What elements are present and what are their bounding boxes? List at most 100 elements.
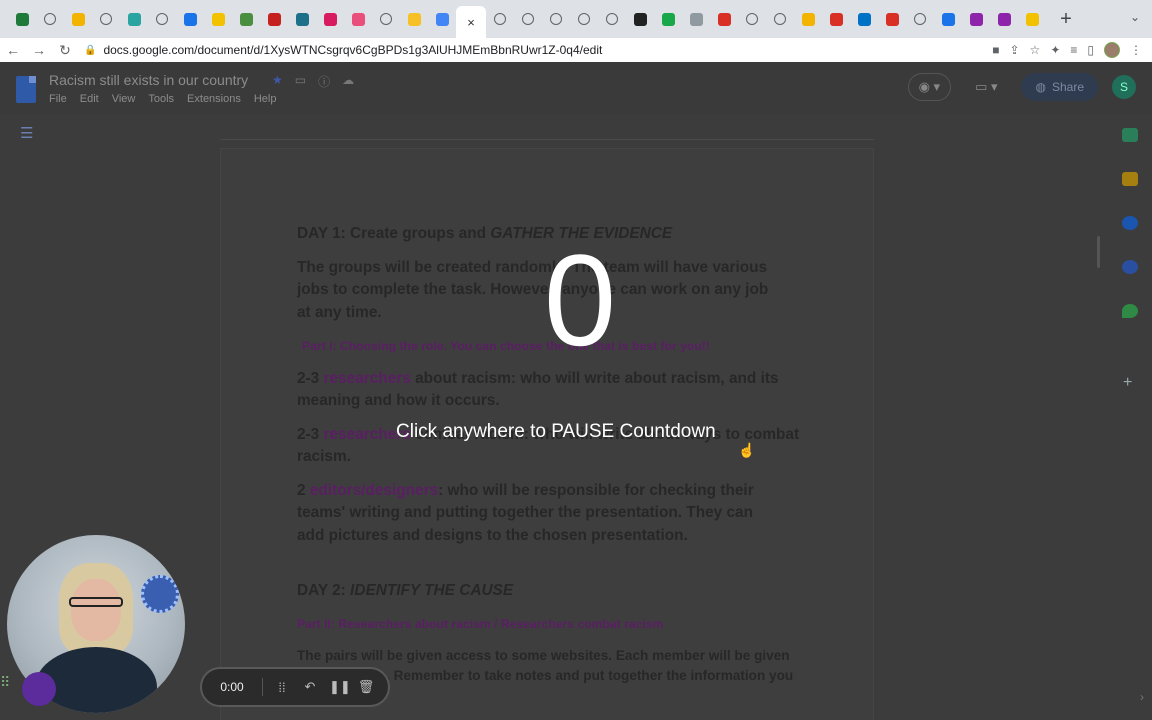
docs-logo-icon[interactable]	[16, 76, 36, 103]
tab-favicon[interactable]	[316, 5, 344, 33]
presenter-glasses	[69, 597, 123, 607]
tab-favicon[interactable]	[542, 5, 570, 33]
countdown-number[interactable]: 0	[520, 225, 640, 375]
researchers-count: 2-3	[297, 370, 324, 387]
share-button[interactable]: ◍ Share	[1021, 73, 1098, 101]
tab-favicon[interactable]	[428, 5, 456, 33]
researchers2-count: 2-3	[297, 426, 324, 443]
pause-icon[interactable]: ❚❚	[329, 679, 351, 695]
extensions-icon[interactable]: ✦	[1050, 43, 1060, 57]
researchers-link[interactable]: researchers	[324, 370, 411, 387]
document-status-icon[interactable]: ⓘ	[318, 73, 330, 90]
tab-favicon[interactable]	[176, 5, 204, 33]
menu-item-edit[interactable]: Edit	[80, 93, 99, 105]
tab-favicon[interactable]	[486, 5, 514, 33]
tab-favicon[interactable]	[260, 5, 288, 33]
cloud-saved-icon[interactable]: ☁	[342, 73, 354, 90]
tab-favicon[interactable]	[850, 5, 878, 33]
tab-favicon[interactable]	[148, 5, 176, 33]
globe-icon	[550, 13, 562, 25]
side-panel-icon[interactable]: ▯	[1087, 43, 1094, 57]
tab-favicon[interactable]	[1018, 5, 1046, 33]
site-icon	[435, 12, 449, 26]
document-title[interactable]: Racism still exists in our country	[49, 72, 248, 88]
tab-favicon[interactable]	[766, 5, 794, 33]
menu-item-view[interactable]: View	[112, 93, 136, 105]
tab-favicon[interactable]	[8, 5, 36, 33]
back-button[interactable]: ←	[0, 42, 26, 58]
tab-search-icon[interactable]: ⌄	[1130, 10, 1140, 24]
more-menu-icon[interactable]: ⋮	[1130, 43, 1142, 57]
profile-avatar[interactable]	[1104, 42, 1120, 58]
menu-item-extensions[interactable]: Extensions	[187, 93, 241, 105]
tab-favicon[interactable]	[934, 5, 962, 33]
expand-chevron-icon[interactable]: ›	[1140, 690, 1144, 704]
site-icon	[127, 12, 141, 26]
meet-button[interactable]: ▭ ▾	[965, 73, 1007, 101]
tab-favicon[interactable]	[598, 5, 626, 33]
tab-favicon[interactable]	[120, 5, 148, 33]
active-tab[interactable]: ×	[456, 6, 486, 38]
recording-bubble[interactable]	[22, 672, 56, 706]
editors-link[interactable]: editors/designers	[310, 482, 438, 499]
tab-favicon[interactable]	[344, 5, 372, 33]
lock-icon: 🔒	[84, 44, 97, 56]
forward-button[interactable]: →	[26, 42, 52, 58]
tab-favicon[interactable]	[64, 5, 92, 33]
star-icon[interactable]: ★	[272, 73, 283, 90]
new-tab-button[interactable]: +	[1054, 8, 1078, 31]
calendar-icon[interactable]	[1122, 128, 1138, 142]
maps-icon[interactable]	[1122, 304, 1138, 318]
tab-favicon[interactable]	[626, 5, 654, 33]
tab-favicon[interactable]	[682, 5, 710, 33]
tab-favicon[interactable]	[232, 5, 260, 33]
tab-favicon[interactable]	[822, 5, 850, 33]
menu-item-file[interactable]: File	[49, 93, 67, 105]
tab-favicon[interactable]	[288, 5, 316, 33]
tab-favicon[interactable]	[738, 5, 766, 33]
reading-list-icon[interactable]: ≡	[1070, 43, 1077, 57]
menu-item-help[interactable]: Help	[254, 93, 277, 105]
tab-favicon[interactable]	[400, 5, 428, 33]
document-outline-icon[interactable]: ☰	[20, 124, 33, 142]
delete-icon[interactable]: 🗑	[357, 679, 375, 695]
grid-icon[interactable]: ⁞⁞	[273, 680, 291, 695]
pause-countdown-message[interactable]: Click anywhere to PAUSE Countdown	[396, 421, 716, 443]
address-bar[interactable]: 🔒 docs.google.com/document/d/1XysWTNCsgr…	[84, 40, 904, 60]
move-folder-icon[interactable]: ▭	[295, 73, 306, 90]
tasks-icon[interactable]	[1122, 216, 1138, 230]
contacts-icon[interactable]	[1122, 260, 1138, 274]
tab-favicon[interactable]	[990, 5, 1018, 33]
tab-favicon[interactable]	[906, 5, 934, 33]
share-page-icon[interactable]: ⇪	[1009, 43, 1019, 57]
drag-handle-icon[interactable]: ⠿	[0, 674, 10, 691]
add-addon-icon[interactable]: +	[1123, 374, 1132, 392]
tab-favicon[interactable]	[710, 5, 738, 33]
undo-icon[interactable]: ↶	[301, 679, 319, 695]
tab-favicon[interactable]	[36, 5, 64, 33]
presenter-face	[71, 579, 121, 641]
camera-icon[interactable]: ■	[992, 43, 999, 57]
tab-favicon[interactable]	[92, 5, 120, 33]
account-avatar[interactable]: S	[1112, 75, 1136, 99]
tab-favicon[interactable]	[794, 5, 822, 33]
keep-icon[interactable]	[1122, 172, 1138, 186]
close-tab-icon[interactable]: ×	[467, 15, 475, 30]
menu-item-tools[interactable]: Tools	[148, 93, 174, 105]
view-mode-button[interactable]: ◉ ▾	[907, 73, 952, 101]
tab-favicon[interactable]	[372, 5, 400, 33]
site-icon	[717, 12, 731, 26]
site-icon	[295, 12, 309, 26]
site-icon	[183, 12, 197, 26]
globe-icon	[606, 13, 618, 25]
reload-button[interactable]: ↻	[52, 42, 78, 59]
tab-favicon[interactable]	[654, 5, 682, 33]
recording-time: 0:00	[220, 680, 244, 694]
tab-favicon[interactable]	[514, 5, 542, 33]
tab-favicon[interactable]	[878, 5, 906, 33]
scrollbar-thumb[interactable]	[1097, 236, 1100, 268]
tab-favicon[interactable]	[204, 5, 232, 33]
tab-favicon[interactable]	[570, 5, 598, 33]
tab-favicon[interactable]	[962, 5, 990, 33]
bookmark-star-icon[interactable]: ☆	[1030, 43, 1041, 57]
